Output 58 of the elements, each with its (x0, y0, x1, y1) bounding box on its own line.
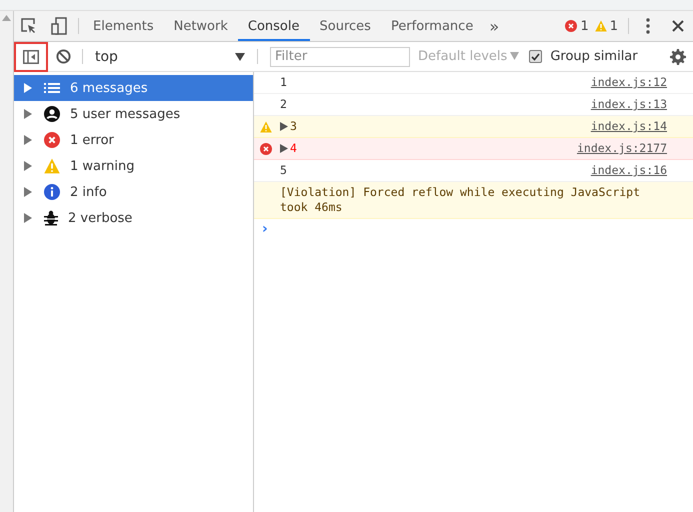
panel-tab[interactable]: Console (238, 13, 310, 41)
error-icon (44, 132, 60, 148)
sidebar-item[interactable]: 5 user messages (14, 101, 253, 127)
bug-icon (44, 210, 58, 226)
expand-arrow-icon[interactable] (24, 109, 32, 119)
error-count: 1 (580, 18, 589, 34)
sidebar-item[interactable]: 1 warning (14, 153, 253, 179)
console-message-text: 1 (280, 75, 288, 90)
expand-arrow-icon[interactable] (280, 144, 288, 153)
expand-arrow-icon[interactable] (280, 122, 288, 131)
filter-input[interactable]: Filter (270, 46, 410, 66)
expand-arrow-icon[interactable] (24, 187, 32, 197)
panel-tab[interactable]: Sources (310, 13, 381, 41)
caret-icon (510, 52, 520, 60)
source-link[interactable]: index.js:13 (590, 97, 667, 112)
expand-arrow-icon[interactable] (24, 213, 32, 223)
clear-console-icon[interactable] (56, 49, 70, 64)
info-icon (44, 184, 60, 200)
user-icon (44, 106, 60, 122)
group-similar-checkbox[interactable] (529, 50, 542, 63)
error-icon (260, 142, 272, 154)
panel-tab[interactable]: Network (164, 13, 238, 41)
panel-tab[interactable]: Elements (83, 13, 164, 41)
device-toolbar-icon[interactable] (51, 17, 67, 35)
more-tabs-button[interactable]: » (483, 11, 506, 41)
warning-count: 1 (610, 18, 618, 34)
caret-icon (235, 52, 245, 60)
source-link[interactable]: index.js:16 (590, 163, 667, 178)
warning-icon (260, 120, 272, 132)
sidebar-item[interactable]: 2 verbose (14, 205, 253, 231)
warning-icon (44, 158, 60, 174)
sidebar-panel-icon (23, 50, 39, 64)
sidebar-item[interactable]: 6 messages (14, 75, 253, 101)
sidebar-toggle-button[interactable] (14, 42, 48, 72)
sidebar-item[interactable]: 1 error (14, 127, 253, 153)
context-select[interactable]: top (87, 48, 253, 64)
expand-arrow-icon[interactable] (24, 83, 32, 93)
console-message-text: 5 (280, 163, 288, 178)
settings-icon[interactable] (670, 48, 686, 64)
inspect-element-icon[interactable] (21, 18, 37, 34)
close-icon[interactable] (672, 20, 684, 32)
sidebar-item[interactable]: 2 info (14, 179, 253, 205)
console-message-text: [Violation] Forced reflow while executing JavaScript took 46ms (280, 185, 642, 215)
console-message-text: 3 (290, 119, 298, 134)
console-message-text: 2 (280, 97, 288, 112)
source-link[interactable]: index.js:12 (590, 75, 667, 90)
warning-icon (594, 20, 607, 32)
panel-tab[interactable]: Performance (380, 13, 484, 41)
group-similar-label: Group similar (550, 49, 638, 64)
source-link[interactable]: index.js:14 (590, 119, 667, 134)
console-prompt[interactable]: › (254, 219, 693, 239)
expand-arrow-icon[interactable] (24, 161, 32, 171)
expand-arrow-icon[interactable] (24, 135, 32, 145)
list-icon (44, 82, 60, 94)
console-message-text: 4 (290, 141, 298, 156)
error-icon (565, 20, 578, 32)
source-link[interactable]: index.js:2177 (576, 141, 667, 156)
more-options-icon[interactable] (646, 18, 650, 34)
